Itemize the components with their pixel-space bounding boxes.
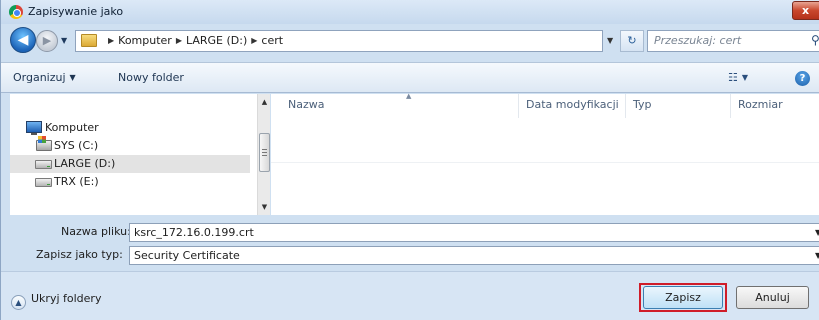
recent-locations-chevron-icon[interactable]: ▼: [61, 36, 67, 45]
chevron-down-icon[interactable]: ▼: [815, 228, 819, 237]
tree-item-label: SYS (C:): [54, 139, 99, 152]
save-as-dialog: Zapisywanie jako x ◀ ▶ ▼ ▶ Komputer ▶ LARGE…: [0, 0, 819, 320]
filetype-select[interactable]: Security Certificate ▼: [129, 246, 819, 265]
navigation-pane: Komputer SYS (C:) LARGE (D:) TRX (E:): [10, 94, 257, 215]
tree-item-label: Komputer: [45, 121, 99, 134]
filename-label: Nazwa pliku:: [61, 225, 131, 238]
forward-button[interactable]: ▶: [36, 30, 58, 52]
system-drive-icon: [36, 136, 52, 151]
breadcrumb-item[interactable]: LARGE (D:): [186, 34, 247, 47]
drive-icon: [35, 160, 52, 169]
sort-ascending-icon: ▲: [406, 92, 412, 100]
dialog-footer: ▲ Ukryj foldery Zapisz Anuluj: [1, 271, 819, 320]
navigation-pane-scrollbar[interactable]: ▲ ▼: [257, 94, 270, 215]
grip-line: [262, 152, 267, 153]
column-header-date[interactable]: Data modyfikacji: [519, 94, 626, 118]
drive-icon: [35, 178, 52, 187]
column-header-size[interactable]: Rozmiar: [731, 94, 819, 118]
back-button[interactable]: ◀: [10, 27, 36, 53]
column-header-type[interactable]: Typ: [626, 94, 731, 118]
scrollbar-thumb[interactable]: [259, 133, 270, 172]
close-button[interactable]: x: [792, 1, 819, 20]
search-placeholder: Przeszukaj: cert: [654, 34, 742, 47]
save-button[interactable]: Zapisz: [643, 286, 723, 309]
tree-item-sys-c[interactable]: SYS (C:): [10, 136, 250, 155]
breadcrumb-separator-icon[interactable]: ▶: [108, 36, 114, 45]
breadcrumb-separator-icon[interactable]: ▶: [251, 36, 257, 45]
save-options-form: Nazwa pliku: ksrc_172.16.0.199.crt ▼ Zap…: [1, 215, 819, 271]
file-list[interactable]: Nazwa ▲ Data modyfikacji Typ Rozmiar: [271, 92, 819, 215]
address-dropdown-chevron-icon[interactable]: ▼: [607, 36, 613, 45]
column-header-name[interactable]: Nazwa ▲: [271, 92, 519, 118]
organize-label: Organizuj: [13, 71, 66, 84]
cancel-button[interactable]: Anuluj: [736, 286, 809, 309]
computer-icon: [26, 121, 42, 135]
navigation-bar: ◀ ▶ ▼ ▶ Komputer ▶ LARGE (D:) ▶ cert ▼ ↻ Prze…: [1, 24, 819, 58]
list-divider: [271, 162, 819, 163]
chevron-down-icon: ▼: [741, 73, 749, 82]
view-icon: ☷: [728, 71, 738, 84]
grip-line: [262, 155, 267, 156]
tree-item-large-d[interactable]: LARGE (D:): [10, 155, 250, 173]
tree-item-computer[interactable]: Komputer: [10, 119, 250, 137]
change-view-button[interactable]: ☷ ▼: [728, 71, 748, 84]
filetype-label: Zapisz jako typ:: [36, 248, 123, 261]
breadcrumb-separator-icon[interactable]: ▶: [176, 36, 182, 45]
filetype-value: Security Certificate: [134, 249, 240, 262]
help-button[interactable]: ?: [795, 71, 810, 86]
tree-item-trx-e[interactable]: TRX (E:): [10, 173, 250, 191]
search-input[interactable]: Przeszukaj: cert ⚲: [647, 30, 819, 52]
breadcrumb-item[interactable]: Komputer: [118, 34, 172, 47]
hide-folders-label: Ukryj foldery: [31, 292, 102, 305]
chevron-down-icon[interactable]: ▼: [815, 251, 819, 260]
chevron-down-icon: ▼: [69, 73, 76, 82]
column-header-label: Data modyfikacji: [526, 98, 619, 111]
breadcrumb-item[interactable]: cert: [261, 34, 283, 47]
refresh-button[interactable]: ↻: [620, 30, 644, 52]
scroll-up-icon[interactable]: ▲: [258, 95, 271, 109]
chevron-up-icon: ▲: [11, 295, 26, 310]
tree-item-label: TRX (E:): [54, 175, 99, 188]
grip-line: [262, 149, 267, 150]
filename-field[interactable]: ksrc_172.16.0.199.crt ▼: [129, 223, 819, 242]
new-folder-button[interactable]: Nowy folder: [118, 71, 184, 84]
title-bar: Zapisywanie jako x: [1, 0, 819, 24]
search-icon[interactable]: ⚲: [811, 33, 819, 47]
folder-icon: [81, 34, 97, 47]
dialog-title: Zapisywanie jako: [28, 5, 124, 18]
scroll-down-icon[interactable]: ▼: [258, 200, 271, 214]
hide-folders-toggle[interactable]: ▲ Ukryj foldery: [11, 292, 101, 310]
column-header-label: Rozmiar: [738, 98, 783, 111]
breadcrumb: ▶ Komputer ▶ LARGE (D:) ▶ cert: [104, 34, 283, 47]
column-header-label: Nazwa: [288, 98, 325, 111]
tree-item-label: LARGE (D:): [54, 157, 116, 170]
column-header-label: Typ: [633, 98, 652, 111]
filename-value: ksrc_172.16.0.199.crt: [134, 226, 254, 239]
organize-button[interactable]: Organizuj ▼: [13, 71, 76, 84]
address-bar[interactable]: ▶ Komputer ▶ LARGE (D:) ▶ cert: [75, 30, 603, 52]
command-toolbar: Organizuj ▼ Nowy folder ☷ ▼ ?: [1, 62, 819, 93]
chrome-icon: [9, 5, 23, 19]
